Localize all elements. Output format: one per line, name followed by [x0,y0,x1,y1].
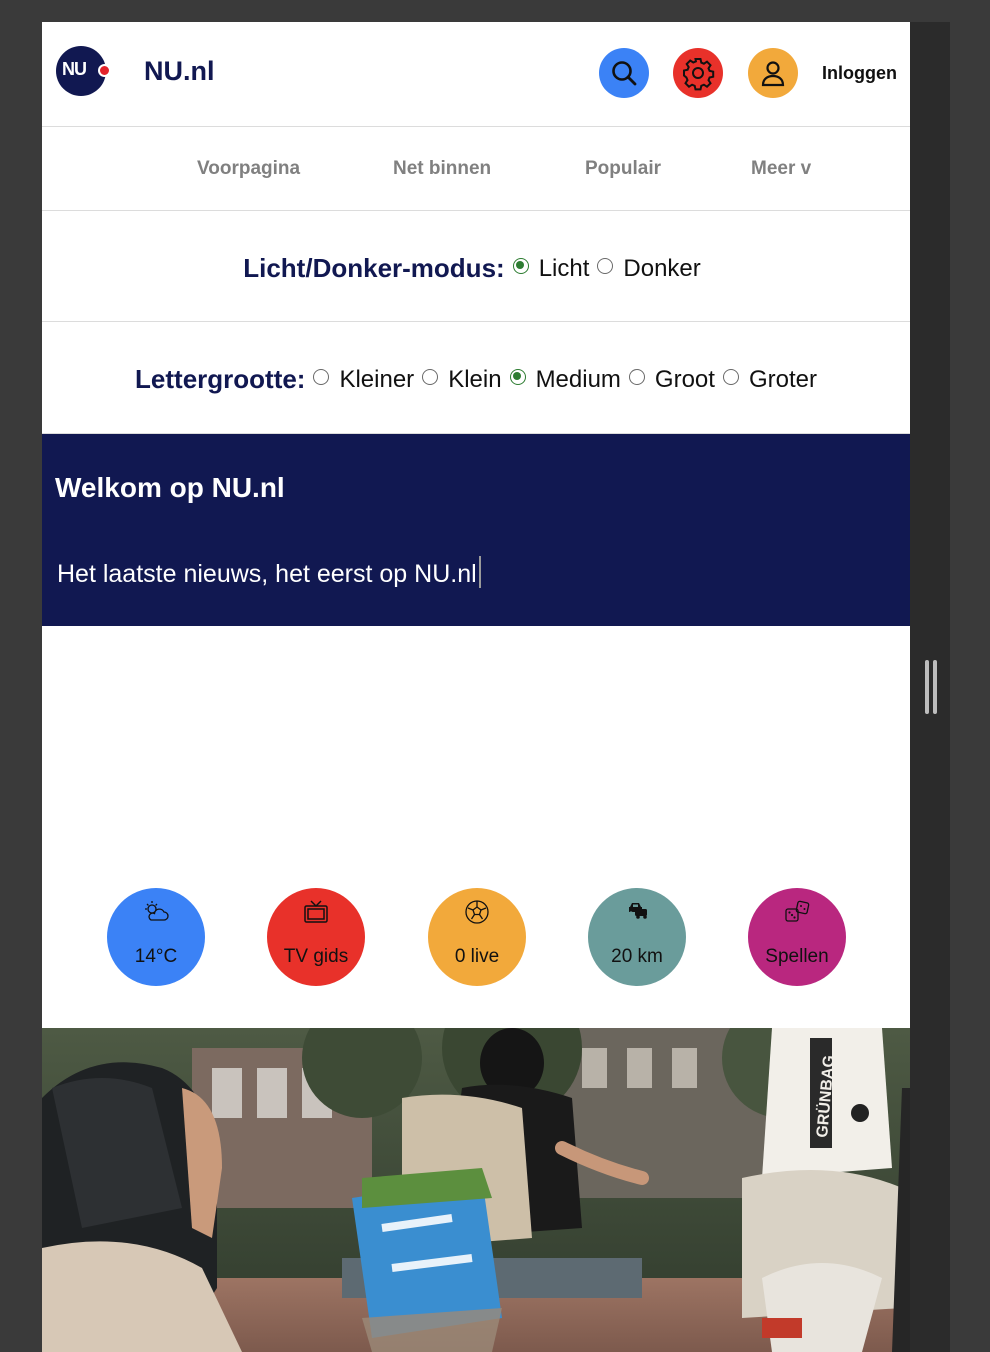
radio-groot-label[interactable]: Groot [655,366,715,394]
radio-donker-label[interactable]: Donker [623,255,700,283]
logo-dot [98,64,111,77]
main-nav: Voorpagina Net binnen Populair Meer v [42,126,910,211]
page: NU NU.nl Inloggen Voorpagina Net binnen … [42,22,910,1352]
tv-icon [304,900,328,923]
font-size-label: Lettergrootte: [135,364,306,394]
radio-medium[interactable] [509,368,526,385]
radio-donker[interactable] [597,257,614,274]
traffic-tile[interactable]: 20 km [588,888,686,986]
login-link[interactable]: Inloggen [822,63,897,84]
hero-photo-cyclists[interactable]: GRÜNBAG [42,1028,910,1352]
welcome-banner: Welkom op NU.nl Het laatste nieuws, het … [42,434,910,626]
search-button[interactable] [599,48,649,98]
radio-licht-label[interactable]: Licht [539,255,590,283]
games-label: Spellen [765,946,829,967]
nav-item-voorpagina[interactable]: Voorpagina [197,158,300,180]
site-logo[interactable]: NU [56,46,111,96]
welcome-text-value: Het laatste nieuws, het eerst op NU.nl [57,560,477,588]
radio-groter[interactable] [722,368,739,385]
font-size-row: Lettergrootte: Kleiner Klein Medium Groo… [42,322,910,434]
radio-licht[interactable] [512,257,529,274]
site-header: NU NU.nl Inloggen [42,22,910,127]
radio-klein[interactable] [422,368,439,385]
theme-mode-row: Licht/Donker-modus: Licht Donker [42,211,910,322]
cyclists-photo-illustration: GRÜNBAG [42,1028,910,1352]
user-icon [761,61,785,87]
scrollbar-grip[interactable] [925,660,937,714]
live-sports-label: 0 live [454,946,500,967]
football-icon [465,900,489,924]
settings-button[interactable] [673,48,723,98]
radio-kleiner-label[interactable]: Kleiner [339,366,414,394]
gear-icon [683,58,715,91]
nav-item-net-binnen[interactable]: Net binnen [393,158,491,180]
radio-groot[interactable] [628,368,645,385]
traffic-icon [629,903,647,919]
games-tile[interactable]: Spellen [748,888,846,986]
nav-item-meer[interactable]: Meer v [751,158,811,180]
radio-groter-label[interactable]: Groter [749,366,817,394]
live-sports-tile[interactable]: 0 live [428,888,526,986]
tv-guide-tile[interactable]: TV gids [267,888,365,986]
dice-icon [785,900,810,922]
theme-mode-label: Licht/Donker-modus: [243,253,505,283]
tv-guide-label: TV gids [283,946,349,967]
search-icon [612,61,637,86]
welcome-title: Welkom op NU.nl [55,472,285,503]
weather-tile[interactable]: 14°C [107,888,205,986]
weather-label: 14°C [134,946,178,967]
account-button[interactable] [748,48,798,98]
site-name[interactable]: NU.nl [144,56,215,87]
welcome-text-field[interactable]: Het laatste nieuws, het eerst op NU.nl [57,556,481,589]
radio-medium-label[interactable]: Medium [536,366,621,394]
weather-icon [145,901,169,921]
text-caret [478,556,481,588]
logo-text: NU [62,59,87,79]
radio-kleiner[interactable] [313,368,330,385]
nav-item-populair[interactable]: Populair [585,158,661,180]
radio-klein-label[interactable]: Klein [448,366,501,394]
traffic-label: 20 km [611,946,663,967]
